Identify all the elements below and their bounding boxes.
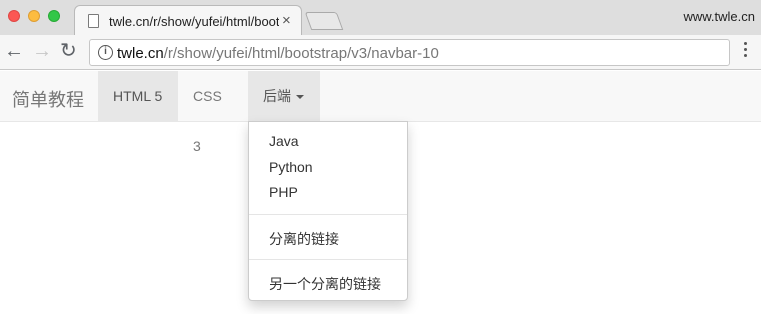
nav-item-html5[interactable]: HTML 5: [98, 71, 178, 121]
browser-menu-icon[interactable]: [744, 42, 748, 60]
maximize-window-button[interactable]: [48, 10, 60, 22]
close-window-button[interactable]: [8, 10, 20, 22]
navbar-brand[interactable]: 简单教程: [12, 86, 84, 112]
info-icon[interactable]: i: [98, 45, 113, 60]
profile-domain-label: www.twle.cn: [683, 9, 755, 24]
address-bar[interactable]: i twle.cn/r/show/yufei/html/bootstrap/v3…: [89, 39, 730, 66]
dropdown-divider: [249, 259, 407, 260]
nav-item-css3[interactable]: CSS 3: [178, 71, 248, 154]
dropdown-item-php[interactable]: PHP: [269, 184, 298, 200]
page-icon: [88, 14, 99, 28]
tab-close-icon[interactable]: ×: [282, 12, 291, 29]
reload-icon[interactable]: ↻: [60, 40, 77, 62]
dropdown-item-separated-link[interactable]: 分离的链接: [269, 229, 339, 249]
dropdown-item-another-separated-link[interactable]: 另一个分离的链接: [269, 274, 381, 294]
nav-item-backend-dropdown[interactable]: 后端: [248, 71, 320, 121]
new-tab-button[interactable]: [304, 12, 344, 30]
nav-item-backend-label: 后端: [263, 88, 291, 104]
browser-titlebar: twle.cn/r/show/yufei/html/boots × www.tw…: [0, 0, 761, 36]
dropdown-divider: [249, 214, 407, 215]
url-path: /r/show/yufei/html/bootstrap/v3/navbar-1…: [163, 45, 439, 62]
minimize-window-button[interactable]: [28, 10, 40, 22]
caret-down-icon: [296, 95, 304, 100]
url-host: twle.cn: [117, 45, 164, 62]
tab-title: twle.cn/r/show/yufei/html/boots: [109, 14, 279, 29]
navbar: 简单教程 HTML 5 CSS 3 后端: [0, 71, 761, 154]
forward-arrow-icon[interactable]: →: [32, 40, 52, 62]
dropdown-item-python[interactable]: Python: [269, 159, 313, 175]
back-arrow-icon[interactable]: ←: [4, 40, 24, 62]
browser-toolbar: ← → ↻ i twle.cn/r/show/yufei/html/bootst…: [0, 35, 761, 70]
browser-tab[interactable]: twle.cn/r/show/yufei/html/boots ×: [74, 5, 302, 36]
url-text[interactable]: twle.cn/r/show/yufei/html/bootstrap/v3/n…: [117, 45, 439, 62]
dropdown-menu: Java Python PHP 分离的链接 另一个分离的链接: [248, 121, 408, 301]
dropdown-item-java[interactable]: Java: [269, 133, 299, 149]
